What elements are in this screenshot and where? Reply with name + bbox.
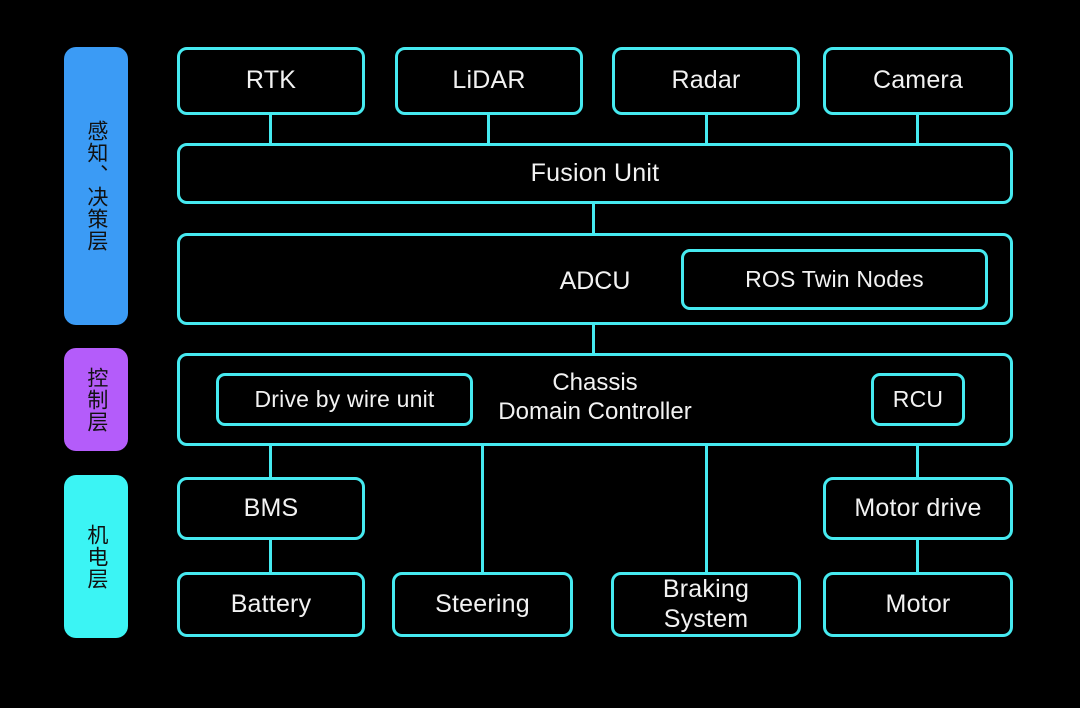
node-drive-by-wire-unit[interactable]: Drive by wire unit (216, 373, 473, 426)
layer-chip-electromechanical-label: 机电层 (84, 523, 109, 590)
node-lidar-label: LiDAR (452, 66, 526, 95)
node-rtk-label: RTK (245, 66, 297, 95)
connector-chassis-steering (481, 443, 484, 574)
node-lidar[interactable]: LiDAR (395, 47, 583, 115)
node-motor-label: Motor (885, 589, 951, 618)
node-camera-label: Camera (872, 66, 964, 95)
connector-bms-battery (269, 538, 272, 574)
node-camera[interactable]: Camera (823, 47, 1013, 115)
connector-radar-fusion (705, 112, 708, 146)
node-ros-twin-nodes[interactable]: ROS Twin Nodes (681, 249, 988, 310)
connector-rtk-fusion (269, 112, 272, 146)
node-battery-label: Battery (230, 589, 312, 618)
layer-chip-electromechanical: 机电层 (64, 475, 128, 638)
connector-camera-fusion (916, 112, 919, 146)
node-battery[interactable]: Battery (177, 572, 365, 637)
connector-adcu-chassis (592, 322, 595, 357)
node-fusion-unit-label: Fusion Unit (530, 158, 660, 187)
node-motor-drive[interactable]: Motor drive (823, 477, 1013, 540)
connector-chassis-bms (269, 443, 272, 479)
node-rtk[interactable]: RTK (177, 47, 365, 115)
connector-fusion-adcu (592, 201, 595, 236)
node-rcu-label: RCU (892, 385, 944, 412)
node-braking-system-label: Braking System (662, 575, 750, 633)
node-braking-system[interactable]: Braking System (611, 572, 801, 637)
connector-motor-drive-motor (916, 538, 919, 574)
node-motor[interactable]: Motor (823, 572, 1013, 637)
layer-chip-perception-label: 感知、决策层 (84, 120, 109, 252)
node-radar-label: Radar (671, 66, 741, 95)
layer-chip-perception: 感知、决策层 (64, 47, 128, 325)
node-radar[interactable]: Radar (612, 47, 800, 115)
node-steering[interactable]: Steering (392, 572, 573, 637)
diagram-canvas: 感知、决策层 控制层 机电层 RTK LiDAR Radar Camera Fu… (0, 0, 1080, 708)
node-ros-twin-nodes-label: ROS Twin Nodes (745, 265, 924, 292)
layer-chip-control: 控制层 (64, 348, 128, 451)
node-steering-label: Steering (435, 589, 530, 618)
node-motor-drive-label: Motor drive (854, 493, 982, 522)
connector-chassis-motor-drive (916, 443, 919, 479)
node-bms-label: BMS (243, 493, 299, 522)
node-rcu[interactable]: RCU (871, 373, 965, 426)
node-bms[interactable]: BMS (177, 477, 365, 540)
layer-chip-control-label: 控制层 (84, 366, 109, 433)
connector-chassis-braking (705, 443, 708, 574)
connector-lidar-fusion (487, 112, 490, 146)
node-drive-by-wire-unit-label: Drive by wire unit (254, 385, 435, 412)
node-fusion-unit[interactable]: Fusion Unit (177, 143, 1013, 204)
